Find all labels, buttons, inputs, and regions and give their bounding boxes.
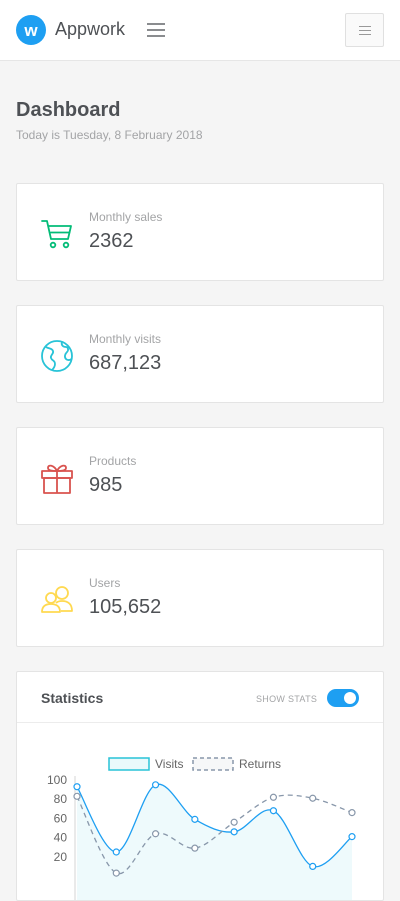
page-title: Dashboard — [16, 99, 121, 121]
show-stats-toggle[interactable] — [327, 689, 359, 707]
data-point-returns[interactable] — [348, 809, 356, 817]
data-point-visits[interactable] — [73, 783, 81, 791]
legend-label[interactable]: Visits — [155, 757, 183, 771]
toggle-knob — [344, 692, 356, 704]
data-point-visits[interactable] — [191, 815, 199, 823]
data-point-visits[interactable] — [348, 833, 356, 841]
sidenav-toggle-icon[interactable] — [146, 21, 168, 39]
legend-swatch[interactable] — [108, 757, 150, 771]
logo-letter: w — [24, 20, 38, 40]
users-card: Users 105,652 — [16, 549, 384, 647]
legend-swatch[interactable] — [192, 757, 234, 771]
data-point-returns[interactable] — [269, 793, 278, 801]
products-card: Products 985 — [16, 427, 384, 525]
y-tick-label: 40 — [54, 831, 68, 845]
card-value: 985 — [89, 474, 123, 496]
data-point-visits[interactable] — [269, 807, 278, 815]
card-value: 105,652 — [89, 596, 162, 618]
menu-icon — [359, 26, 371, 35]
data-point-returns[interactable] — [73, 792, 81, 800]
legend-label[interactable]: Returns — [239, 757, 281, 771]
app-logo[interactable]: w — [16, 15, 46, 45]
data-point-visits[interactable] — [230, 828, 238, 836]
statistics-chart: 100 80 60 40 20 Visits Returns — [47, 757, 356, 900]
statistics-card: Statistics SHOW STATS 100 80 60 40 20 Visits R… — [16, 671, 384, 901]
statistics-header: Statistics SHOW STATS — [17, 672, 383, 723]
top-navbar: w Appwork — [0, 0, 400, 61]
card-label: Users — [89, 576, 121, 590]
y-tick-label: 100 — [47, 773, 67, 787]
data-point-returns[interactable] — [191, 844, 199, 852]
data-point-visits[interactable] — [151, 781, 160, 789]
page-subtitle: Today is Tuesday, 8 February 2018 — [16, 128, 203, 142]
card-label: Monthly sales — [89, 210, 163, 224]
gift-icon — [40, 461, 74, 495]
data-point-visits[interactable] — [309, 862, 317, 870]
card-value: 2362 — [89, 230, 134, 252]
data-point-returns[interactable] — [309, 794, 317, 802]
series-area-visits — [77, 784, 352, 900]
card-value: 687,123 — [89, 352, 162, 374]
data-point-returns[interactable] — [230, 818, 238, 826]
card-label: Products — [89, 454, 137, 468]
y-tick-label: 60 — [54, 811, 68, 825]
data-point-visits[interactable] — [112, 848, 120, 856]
data-point-returns[interactable] — [112, 869, 120, 877]
y-tick-label: 20 — [54, 850, 68, 864]
brand-name[interactable]: Appwork — [55, 19, 125, 40]
monthly-visits-card: Monthly visits 687,123 — [16, 305, 384, 403]
cart-icon — [40, 217, 74, 251]
y-tick-label: 80 — [54, 792, 68, 806]
navbar-menu-button[interactable] — [345, 13, 384, 47]
monthly-sales-card: Monthly sales 2362 — [16, 183, 384, 281]
show-stats-label: SHOW STATS — [256, 694, 318, 704]
globe-icon — [40, 339, 74, 373]
card-label: Monthly visits — [89, 332, 162, 346]
data-point-returns[interactable] — [151, 830, 160, 838]
users-icon — [40, 583, 74, 617]
statistics-title: Statistics — [41, 690, 104, 706]
